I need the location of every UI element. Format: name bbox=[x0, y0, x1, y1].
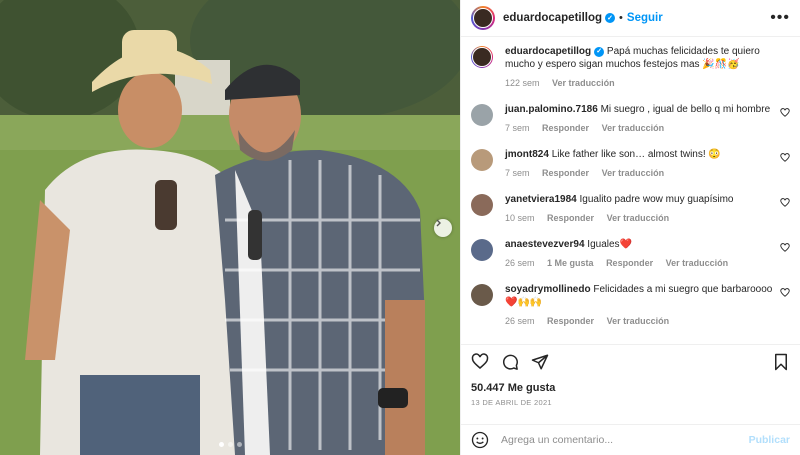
caption-username[interactable]: eduardocapetillog ✓ bbox=[505, 46, 605, 57]
reply-button[interactable]: Responder bbox=[542, 168, 589, 178]
commenter-username[interactable]: soyadrymollinedo bbox=[505, 284, 591, 295]
commenter-username[interactable]: jmont824 bbox=[505, 149, 549, 160]
verified-icon: ✓ bbox=[594, 46, 605, 57]
comment-likes[interactable]: 1 Me gusta bbox=[547, 258, 594, 268]
post-date[interactable]: 13 DE ABRIL DE 2021 bbox=[471, 398, 790, 407]
comment-like-heart-icon[interactable] bbox=[780, 288, 790, 298]
like-heart-icon[interactable] bbox=[471, 353, 489, 371]
comment-age[interactable]: 7 sem bbox=[505, 168, 530, 178]
likes-count[interactable]: 50.447 Me gusta bbox=[471, 382, 790, 394]
add-comment-bar: Publicar bbox=[461, 424, 800, 455]
carousel-indicators bbox=[0, 442, 460, 447]
comment-like-heart-icon[interactable] bbox=[780, 108, 790, 118]
commenter-avatar[interactable] bbox=[471, 239, 493, 261]
post-photo bbox=[0, 0, 460, 455]
comment-text: Mi suegro , igual de bello q mi hombre bbox=[600, 104, 771, 115]
reply-button[interactable]: Responder bbox=[547, 316, 594, 326]
translate-link[interactable]: Ver traducción bbox=[607, 316, 670, 326]
caption-age[interactable]: 122 sem bbox=[505, 78, 540, 88]
comment-item: anaestevezver94 Iguales❤️ 26 sem 1 Me gu… bbox=[471, 238, 790, 270]
comments-list: eduardocapetillog ✓ Papá muchas felicidad… bbox=[461, 37, 800, 344]
translate-link[interactable]: Ver traducción bbox=[602, 123, 665, 133]
comment-input[interactable] bbox=[499, 433, 749, 447]
caption-avatar[interactable] bbox=[471, 46, 493, 68]
comment-text: Iguales❤️ bbox=[587, 239, 632, 250]
comment-text: Like father like son… almost twins! 😳 bbox=[551, 149, 721, 160]
emoji-icon[interactable] bbox=[471, 431, 489, 449]
translate-link[interactable]: Ver traducción bbox=[666, 258, 729, 268]
comment-age[interactable]: 10 sem bbox=[505, 213, 535, 223]
author-avatar[interactable] bbox=[471, 6, 495, 30]
post-actions: 50.447 Me gusta 13 DE ABRIL DE 2021 bbox=[461, 344, 800, 424]
next-photo-button[interactable] bbox=[434, 219, 452, 237]
comment-age[interactable]: 26 sem bbox=[505, 316, 535, 326]
comment-item: jmont824 Like father like son… almost tw… bbox=[471, 148, 790, 180]
post-header: eduardocapetillog ✓ • Seguir ••• bbox=[461, 0, 800, 37]
commenter-username[interactable]: yanetviera1984 bbox=[505, 194, 577, 205]
commenter-avatar[interactable] bbox=[471, 194, 493, 216]
commenter-avatar[interactable] bbox=[471, 149, 493, 171]
comment-like-heart-icon[interactable] bbox=[780, 153, 790, 163]
commenter-avatar[interactable] bbox=[471, 104, 493, 126]
follow-button[interactable]: Seguir bbox=[627, 12, 663, 24]
verified-icon: ✓ bbox=[605, 13, 616, 23]
comment-text: Igualito padre wow muy guapísimo bbox=[579, 194, 734, 205]
author-username[interactable]: eduardocapetillog ✓ bbox=[503, 12, 616, 24]
comment-age[interactable]: 26 sem bbox=[505, 258, 535, 268]
comment-item: soyadrymollinedo Felicidades a mi suegro… bbox=[471, 283, 790, 328]
share-icon[interactable] bbox=[531, 353, 549, 371]
commenter-avatar[interactable] bbox=[471, 284, 493, 306]
commenter-username[interactable]: anaestevezver94 bbox=[505, 239, 585, 250]
comment-item: yanetviera1984 Igualito padre wow muy gu… bbox=[471, 193, 790, 225]
caption-translate-link[interactable]: Ver traducción bbox=[552, 78, 615, 88]
comment-icon[interactable] bbox=[501, 353, 519, 371]
reply-button[interactable]: Responder bbox=[542, 123, 589, 133]
photo-scene bbox=[0, 0, 460, 455]
separator-dot: • bbox=[619, 12, 623, 24]
reply-button[interactable]: Responder bbox=[606, 258, 653, 268]
caption: eduardocapetillog ✓ Papá muchas felicidad… bbox=[471, 45, 790, 90]
translate-link[interactable]: Ver traducción bbox=[607, 213, 670, 223]
reply-button[interactable]: Responder bbox=[547, 213, 594, 223]
more-options-icon[interactable]: ••• bbox=[770, 10, 790, 26]
comment-item: juan.palomino.7186 Mi suegro , igual de … bbox=[471, 103, 790, 135]
save-bookmark-icon[interactable] bbox=[772, 353, 790, 371]
comment-age[interactable]: 7 sem bbox=[505, 123, 530, 133]
comment-like-heart-icon[interactable] bbox=[780, 198, 790, 208]
chevron-right-icon bbox=[436, 219, 441, 227]
commenter-username[interactable]: juan.palomino.7186 bbox=[505, 104, 598, 115]
publish-button[interactable]: Publicar bbox=[749, 434, 790, 446]
post-panel: eduardocapetillog ✓ • Seguir ••• eduardoc… bbox=[460, 0, 800, 455]
comment-like-heart-icon[interactable] bbox=[780, 243, 790, 253]
translate-link[interactable]: Ver traducción bbox=[602, 168, 665, 178]
